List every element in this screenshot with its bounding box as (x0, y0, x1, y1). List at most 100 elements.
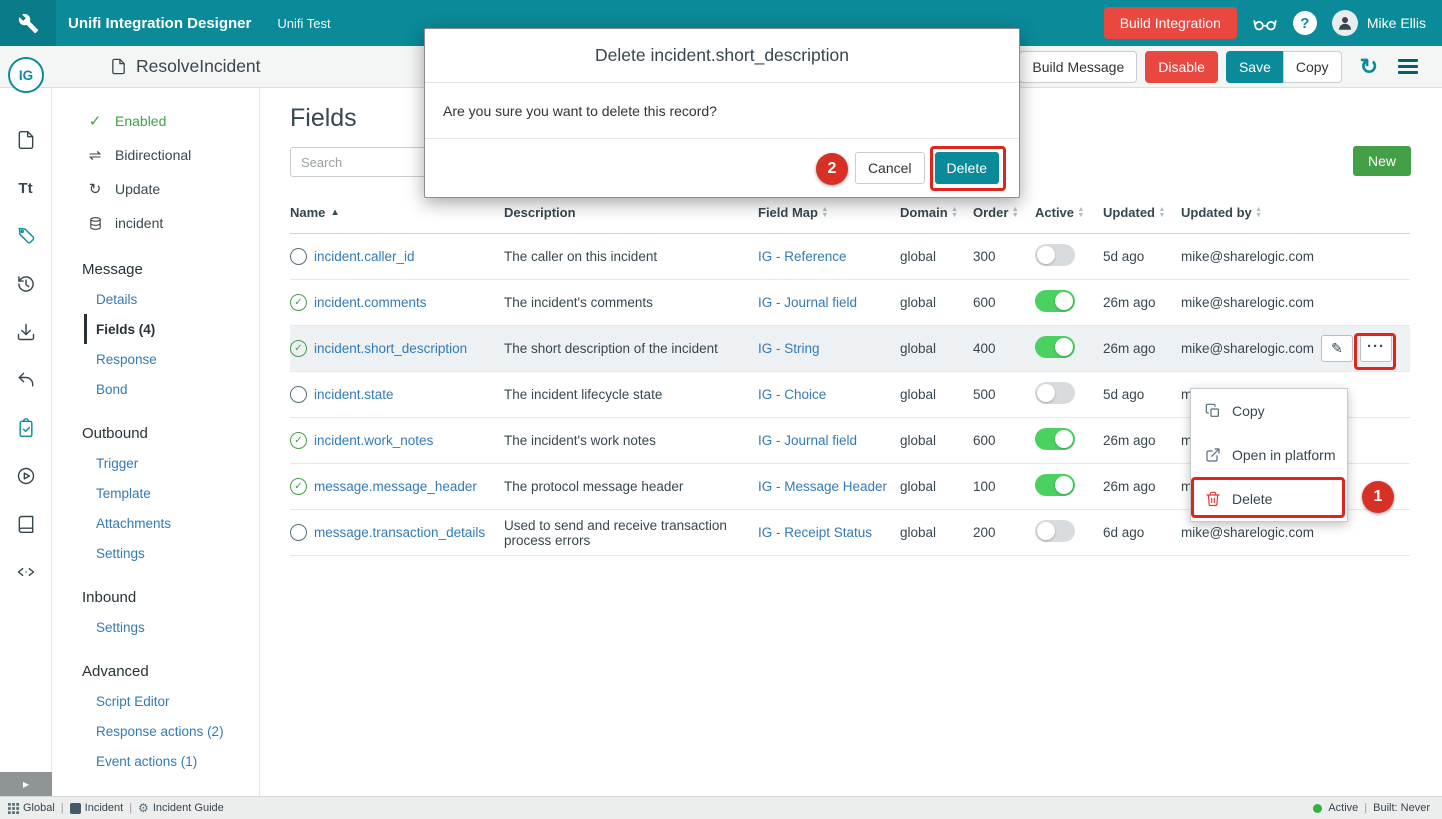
column-header-order[interactable]: Order ▴▾ (973, 205, 1035, 220)
reply-icon[interactable] (16, 370, 36, 390)
sidebar-badge-enabled[interactable]: ✓ Enabled (52, 104, 259, 138)
statusbar-incident-guide[interactable]: ⚙ Incident Guide (138, 802, 224, 814)
field-updated: 26m ago (1103, 433, 1181, 448)
context-menu-delete[interactable]: Delete (1191, 477, 1347, 521)
refresh-icon[interactable]: ↻ (1360, 56, 1378, 78)
glasses-icon[interactable] (1252, 10, 1278, 36)
sidebar-section-outbound: Outbound (52, 418, 259, 448)
field-map-link[interactable]: IG - Reference (758, 249, 847, 264)
tag-icon[interactable] (16, 226, 36, 246)
active-toggle[interactable] (1035, 336, 1075, 358)
rail-collapse-button[interactable]: ▸ (0, 772, 52, 796)
sidebar-item-script-editor[interactable]: Script Editor (52, 686, 259, 716)
active-toggle[interactable] (1035, 244, 1075, 266)
update-icon: ↻ (86, 182, 104, 197)
column-header-updated-by[interactable]: Updated by ▴▾ (1181, 205, 1321, 220)
column-header-name[interactable]: Name ▲ (290, 205, 504, 220)
sidebar-badge-update[interactable]: ↻ Update (52, 172, 259, 206)
integration-avatar[interactable]: IG (8, 57, 44, 93)
sidebar-badge-incident[interactable]: incident (52, 206, 259, 240)
field-updated: 5d ago (1103, 387, 1181, 402)
sidebar-item-attachments[interactable]: Attachments (52, 508, 259, 538)
pencil-icon: ✎ (1331, 340, 1343, 357)
column-header-domain[interactable]: Domain ▴▾ (900, 205, 973, 220)
field-domain: global (900, 479, 973, 494)
field-map-link[interactable]: IG - Choice (758, 387, 826, 402)
active-toggle[interactable] (1035, 382, 1075, 404)
book-icon[interactable] (16, 514, 36, 534)
sort-caret-icon: ▴▾ (1013, 206, 1017, 218)
field-map-link[interactable]: IG - Receipt Status (758, 525, 872, 540)
statusbar-global[interactable]: Global (8, 802, 55, 814)
play-circle-icon[interactable] (16, 466, 36, 486)
clipboard-check-icon[interactable] (16, 418, 36, 438)
new-button[interactable]: New (1353, 146, 1411, 176)
sidebar-item-template[interactable]: Template (52, 478, 259, 508)
sidebar-item-event-actions[interactable]: Event actions (1) (52, 746, 259, 776)
statusbar-incident[interactable]: Incident (70, 802, 124, 814)
page-title: Fields (290, 104, 357, 133)
column-header-field-map[interactable]: Field Map ▴▾ (758, 205, 900, 220)
field-domain: global (900, 341, 973, 356)
document-icon (110, 58, 127, 75)
field-map-link[interactable]: IG - String (758, 341, 820, 356)
copy-icon (1205, 403, 1221, 419)
annotation-step-2: 2 (816, 153, 848, 185)
edit-row-button[interactable]: ✎ (1321, 335, 1353, 362)
field-name-link[interactable]: message.message_header (314, 479, 477, 494)
field-map-link[interactable]: IG - Message Header (758, 479, 887, 494)
delete-button[interactable]: Delete (935, 152, 999, 184)
field-map-link[interactable]: IG - Journal field (758, 433, 857, 448)
field-name-link[interactable]: message.transaction_details (314, 525, 485, 540)
field-updated-by: mike@sharelogic.com (1181, 341, 1321, 356)
sidebar-item-trigger[interactable]: Trigger (52, 448, 259, 478)
field-name-link[interactable]: incident.short_description (314, 341, 467, 356)
field-name-link[interactable]: incident.caller_id (314, 249, 415, 264)
brand-wrench-icon[interactable] (0, 0, 56, 46)
sidebar-item-bond[interactable]: Bond (52, 374, 259, 404)
cancel-button[interactable]: Cancel (855, 152, 925, 184)
field-name-link[interactable]: incident.state (314, 387, 394, 402)
build-integration-button[interactable]: Build Integration (1104, 7, 1237, 39)
field-updated: 26m ago (1103, 479, 1181, 494)
active-toggle[interactable] (1035, 290, 1075, 312)
sidebar-item-outbound-settings[interactable]: Settings (52, 538, 259, 568)
user-avatar[interactable] (1332, 10, 1358, 36)
active-toggle[interactable] (1035, 474, 1075, 496)
active-toggle[interactable] (1035, 520, 1075, 542)
sort-asc-icon: ▲ (330, 207, 339, 218)
sidebar-item-details[interactable]: Details (52, 284, 259, 314)
field-description: The incident lifecycle state (504, 387, 758, 402)
disable-button[interactable]: Disable (1145, 51, 1218, 83)
field-updated-by: mike@sharelogic.com (1181, 525, 1321, 540)
sidebar-item-fields[interactable]: Fields (4) (84, 314, 259, 344)
code-icon[interactable] (16, 562, 36, 582)
field-name-link[interactable]: incident.work_notes (314, 433, 433, 448)
download-icon[interactable] (16, 322, 36, 342)
sidebar-item-response-actions[interactable]: Response actions (2) (52, 716, 259, 746)
column-header-updated[interactable]: Updated ▴▾ (1103, 205, 1181, 220)
active-status-dot (1313, 804, 1322, 813)
build-message-button[interactable]: Build Message (1019, 51, 1137, 83)
context-menu-open-in-platform[interactable]: Open in platform (1191, 433, 1347, 477)
copy-button[interactable]: Copy (1283, 51, 1342, 83)
save-button[interactable]: Save (1226, 51, 1284, 83)
help-icon[interactable]: ? (1293, 11, 1317, 35)
file-icon[interactable] (16, 130, 36, 150)
history-icon[interactable] (16, 274, 36, 294)
sidebar-badge-bidirectional[interactable]: ⇌ Bidirectional (52, 138, 259, 172)
field-map-link[interactable]: IG - Journal field (758, 295, 857, 310)
active-toggle[interactable] (1035, 428, 1075, 450)
field-name-link[interactable]: incident.comments (314, 295, 427, 310)
text-format-icon[interactable]: Tt (18, 178, 32, 198)
sidebar-item-inbound-settings[interactable]: Settings (52, 612, 259, 642)
user-name[interactable]: Mike Ellis (1367, 15, 1426, 31)
sort-caret-icon: ▴▾ (1257, 206, 1261, 218)
sidebar-section-inbound: Inbound (52, 582, 259, 612)
context-menu-copy[interactable]: Copy (1191, 389, 1347, 433)
column-header-active[interactable]: Active ▴▾ (1035, 205, 1103, 220)
hamburger-menu-icon[interactable] (1398, 59, 1418, 74)
column-header-description[interactable]: Description (504, 205, 758, 220)
sidebar-item-response[interactable]: Response (52, 344, 259, 374)
row-menu-button[interactable]: ··· (1360, 335, 1392, 362)
